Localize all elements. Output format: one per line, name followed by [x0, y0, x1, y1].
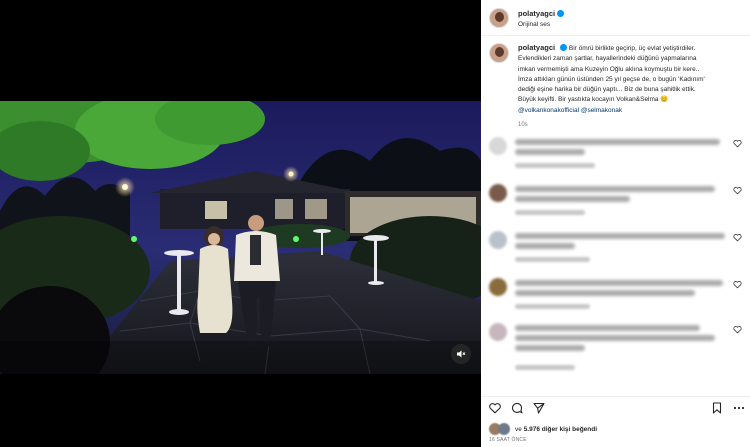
comment-heart-icon[interactable]	[733, 280, 742, 289]
post-header: polatyagci Orijinal ses	[481, 0, 750, 36]
post-caption: polatyagci Bir ömrü birlikte geçirip, üç…	[481, 37, 750, 130]
comment-meta-blurred	[515, 365, 575, 370]
comment-meta-blurred	[515, 163, 595, 168]
comment-text-blurred	[515, 139, 720, 145]
caption-line: Büyük keyifti. Bir yastıkta kocayın Volk…	[518, 96, 669, 104]
caption-mentions[interactable]: @volkankonakofficial @selmakonak	[518, 106, 705, 116]
comment-text-blurred	[515, 335, 715, 341]
verified-badge-icon	[560, 44, 568, 51]
commenter-avatar[interactable]	[489, 231, 507, 249]
caption-line: İmza attıkları günün üstünden 25 yıl geç…	[518, 75, 705, 83]
comment-meta-blurred	[515, 210, 585, 215]
author-avatar[interactable]	[489, 7, 509, 28]
heart-icon[interactable]	[489, 402, 501, 414]
comment-meta-blurred	[515, 304, 590, 309]
more-icon[interactable]	[733, 402, 745, 414]
comment-icon[interactable]	[511, 402, 523, 414]
comment-item	[489, 323, 744, 383]
comment-item	[489, 184, 744, 228]
media-area	[0, 0, 481, 447]
caption-line: Evlendikleri zaman şartlar, hayallerinde…	[518, 55, 697, 63]
speaker-muted-icon	[457, 350, 466, 358]
caption-line: Bir ömrü birlikte geçirip, üç evlat yeti…	[568, 45, 696, 52]
post-timestamp[interactable]: 16 SAAT ÖNCE	[489, 437, 527, 443]
caption-line: dediği eşine harika bir düğün yaptı... B…	[518, 86, 696, 94]
author-username[interactable]: polatyagci	[518, 9, 555, 18]
caption-username[interactable]: polatyagci	[518, 43, 555, 52]
comment-text-blurred	[515, 243, 575, 249]
likes-prefix: ve	[515, 425, 522, 433]
liker-avatar[interactable]	[498, 423, 510, 435]
comment-text-blurred	[515, 290, 695, 296]
commenter-avatar[interactable]	[489, 184, 507, 202]
comment-text-blurred	[515, 186, 715, 192]
comments-scroll-area[interactable]: polatyagci Bir ömrü birlikte geçirip, üç…	[481, 37, 750, 395]
verified-badge-icon	[557, 9, 565, 17]
commenter-avatar[interactable]	[489, 278, 507, 296]
comment-item	[489, 278, 744, 322]
caption-author-avatar[interactable]	[489, 43, 509, 63]
comment-text-blurred	[515, 196, 630, 202]
audio-label[interactable]: Orijinal ses	[518, 19, 564, 30]
comment-heart-icon[interactable]	[733, 233, 742, 242]
comment-text-blurred	[515, 280, 723, 286]
caption-time: 10s	[518, 122, 528, 129]
bookmark-icon[interactable]	[711, 402, 723, 414]
paper-plane-icon[interactable]	[533, 402, 545, 414]
comment-heart-icon[interactable]	[733, 325, 742, 334]
commenter-avatar[interactable]	[489, 137, 507, 155]
post-actions-bar	[481, 396, 750, 418]
likes-summary: ve 5.976 diğer kişi beğendi	[489, 422, 597, 436]
instagram-post-viewer: polatyagci Orijinal ses polatyagci Bir ö…	[0, 0, 750, 447]
post-side-panel: polatyagci Orijinal ses polatyagci Bir ö…	[481, 0, 750, 447]
comment-text-blurred	[515, 345, 585, 351]
comment-meta-blurred	[515, 257, 590, 262]
commenter-avatar[interactable]	[489, 323, 507, 341]
mute-button[interactable]	[451, 344, 471, 364]
comment-text-blurred	[515, 325, 700, 331]
comment-text-blurred	[515, 149, 585, 155]
post-video[interactable]	[0, 101, 481, 374]
comment-heart-icon[interactable]	[733, 139, 742, 148]
video-frame-illustration	[0, 101, 481, 374]
comment-item	[489, 137, 744, 181]
caption-line: imkan vermemişti ama Kuzeyin Oğlu aklına…	[518, 65, 700, 73]
comment-text-blurred	[515, 233, 725, 239]
comment-heart-icon[interactable]	[733, 186, 742, 195]
comment-item	[489, 231, 744, 275]
likes-count[interactable]: 5.976 diğer kişi beğendi	[524, 426, 597, 433]
